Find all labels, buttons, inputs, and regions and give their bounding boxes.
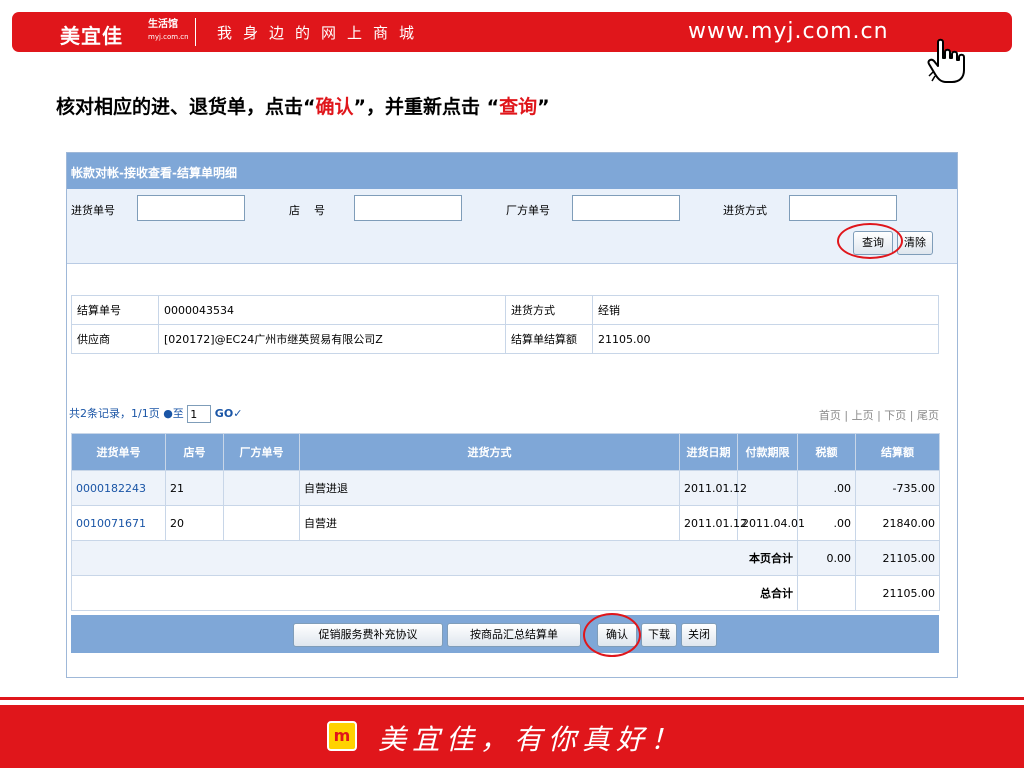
date-cell: 2011.01.12 (679, 505, 747, 541)
col-header: 税额 (797, 433, 856, 471)
website-url: www.myj.com.cn (688, 19, 889, 44)
store-no-input[interactable] (354, 195, 462, 221)
settlement-info-table: 结算单号 0000043534 进货方式 经销 供应商 [020172]@EC2… (71, 295, 939, 354)
brand-logo: 美宜佳 (60, 24, 123, 48)
settle-amount-value: 21105.00 (592, 324, 939, 354)
instruction-suffix: ” (537, 96, 550, 118)
window-title: 帐款对帐-接收查看-结算单明细 (71, 166, 237, 180)
inbound-no-input[interactable] (137, 195, 245, 221)
highlight-circle-query (837, 223, 903, 259)
go-check-icon: ✓ (233, 407, 243, 420)
inbound-orders-table: 进货单号 店号 厂方单号 进货方式 进货日期 付款期限 税额 结算额 00001… (71, 433, 940, 611)
page-total-label: 本页合计 (71, 540, 798, 576)
bottom-banner: m 美宜佳，有你真好！ (0, 705, 1024, 768)
pager-nav: 首页 | 上页 | 下页 | 尾页 (818, 409, 939, 422)
instruction-query-word: 查询 (499, 96, 538, 118)
prev-page-link[interactable]: 上页 (852, 409, 874, 422)
method-label: 进货方式 (723, 204, 767, 217)
inbound-no-link[interactable]: 0010071671 (71, 505, 166, 541)
col-header: 进货方式 (299, 433, 680, 471)
banner-divider (195, 18, 196, 46)
page-number-input[interactable]: 1 (187, 405, 212, 423)
supplier-value: [020172]@EC24广州市继英贸易有限公司Z (158, 324, 506, 354)
grand-total-amount: 21105.00 (855, 575, 940, 611)
hand-cursor-icon (927, 38, 965, 83)
method-input[interactable] (789, 195, 897, 221)
vendor-no-cell (223, 505, 300, 541)
vendor-no-cell (223, 470, 300, 506)
next-page-link[interactable]: 下页 (884, 409, 906, 422)
instruction-middle: ”，并重新点击 “ (353, 96, 500, 118)
pager: 共2条记录，1/1页 ●至 1 GO✓ (69, 405, 242, 423)
settlement-detail-window: 帐款对帐-接收查看-结算单明细 进货单号 店 号 厂方单号 进货方式 查询 清除… (66, 152, 958, 678)
info-method-label: 进货方式 (505, 295, 593, 325)
banner-slogan: 我身边的网上商城 (217, 24, 426, 42)
supplier-label: 供应商 (71, 324, 159, 354)
amount-cell: 21840.00 (855, 505, 940, 541)
page-total-tax: 0.00 (797, 540, 856, 576)
action-bar: 促销服务费补充协议 按商品汇总结算单 确认 下载 关闭 (71, 613, 939, 657)
instruction-confirm-word: 确认 (315, 96, 354, 118)
info-method-value: 经销 (592, 295, 939, 325)
search-panel: 进货单号 店 号 厂方单号 进货方式 查询 清除 (67, 189, 957, 264)
brand-sub: 生活馆 (148, 19, 178, 30)
footer-logo-icon: m (327, 721, 357, 751)
settle-no-label: 结算单号 (71, 295, 159, 325)
vendor-no-label: 厂方单号 (506, 204, 550, 217)
col-header: 进货单号 (71, 433, 166, 471)
col-header: 付款期限 (737, 433, 798, 471)
by-product-summary-button[interactable]: 按商品汇总结算单 (447, 623, 581, 647)
settle-no-value: 0000043534 (158, 295, 506, 325)
inbound-no-link[interactable]: 0000182243 (71, 470, 166, 506)
footer-slogan: 美宜佳，有你真好！ (378, 723, 685, 756)
store-cell: 21 (165, 470, 224, 506)
method-cell: 自营进退 (299, 470, 680, 506)
inbound-no-label: 进货单号 (71, 204, 115, 217)
close-button[interactable]: 关闭 (681, 623, 717, 647)
bottom-divider (0, 697, 1024, 700)
col-header: 店号 (165, 433, 224, 471)
instruction-prefix: 核对相应的进、退货单，点击“ (56, 96, 316, 118)
term-cell: 2011.04.01 (737, 505, 805, 541)
method-cell: 自营进 (299, 505, 680, 541)
vendor-no-input[interactable] (572, 195, 680, 221)
tax-cell: .00 (797, 505, 856, 541)
col-header: 进货日期 (679, 433, 738, 471)
pager-summary: 共2条记录，1/1页 ●至 (69, 407, 184, 420)
store-no-label: 店 号 (289, 204, 325, 217)
page-total-amount: 21105.00 (855, 540, 940, 576)
go-button[interactable]: GO (215, 407, 233, 420)
amount-cell: -735.00 (855, 470, 940, 506)
date-cell: 2011.01.12 (679, 470, 747, 506)
store-cell: 20 (165, 505, 224, 541)
page-total-row: 本页合计 0.00 21105.00 (71, 540, 940, 576)
instruction-heading: 核对相应的进、退货单，点击“确认”，并重新点击 “查询” (56, 92, 550, 119)
first-page-link[interactable]: 首页 (819, 409, 841, 422)
table-row: 0010071671 20 自营进 2011.01.12 2011.04.01 … (71, 505, 940, 541)
brand-sub-url: myj.com.cn (148, 33, 189, 41)
top-banner: 美宜佳 生活馆 myj.com.cn 我身边的网上商城 www.myj.com.… (12, 12, 1012, 52)
window-title-bar: 帐款对帐-接收查看-结算单明细 (67, 153, 957, 189)
grand-total-label: 总合计 (71, 575, 798, 611)
settle-amount-label: 结算单结算额 (505, 324, 593, 354)
col-header: 结算额 (855, 433, 940, 471)
promo-agreement-button[interactable]: 促销服务费补充协议 (293, 623, 443, 647)
grand-total-tax (797, 575, 856, 611)
grand-total-row: 总合计 21105.00 (71, 575, 940, 611)
download-button[interactable]: 下载 (641, 623, 677, 647)
col-header: 厂方单号 (223, 433, 300, 471)
highlight-circle-confirm (583, 613, 641, 657)
tax-cell: .00 (797, 470, 856, 506)
table-row: 0000182243 21 自营进退 2011.01.12 .00 -735.0… (71, 470, 940, 506)
last-page-link[interactable]: 尾页 (917, 409, 939, 422)
table-header-row: 进货单号 店号 厂方单号 进货方式 进货日期 付款期限 税额 结算额 (71, 433, 940, 471)
